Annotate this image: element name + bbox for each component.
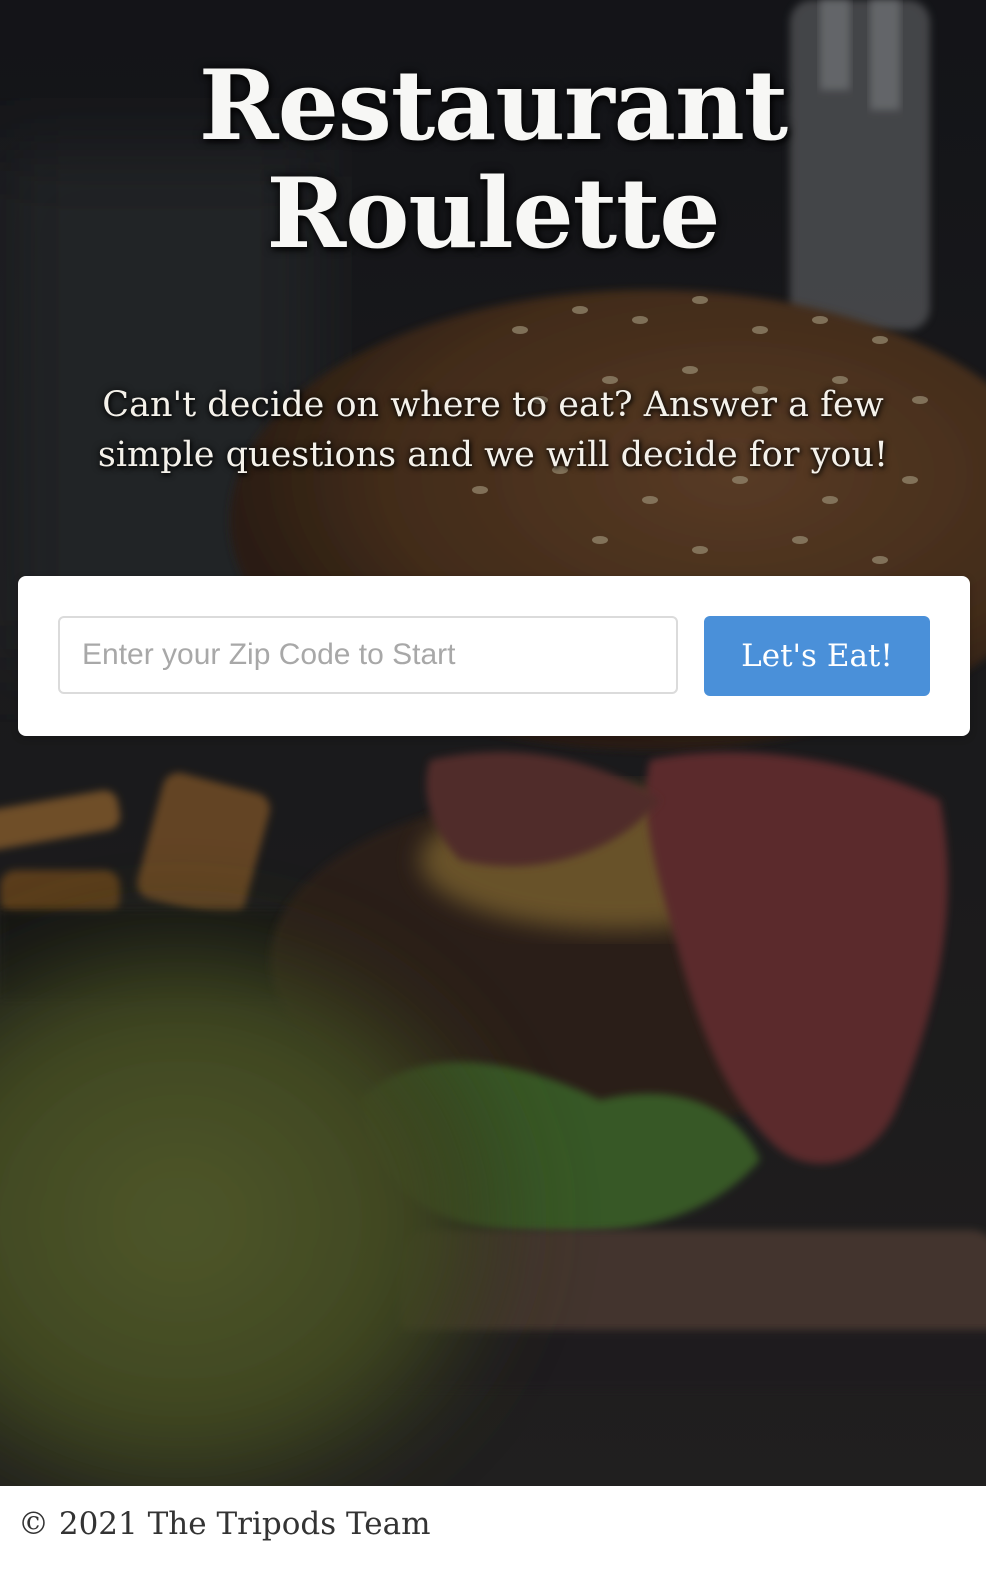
zip-search-card: Let's Eat! xyxy=(18,576,970,736)
page-title: Restaurant Roulette xyxy=(0,52,986,268)
title-line-1: Restaurant xyxy=(198,49,788,162)
hero-section: Restaurant Roulette Can't decide on wher… xyxy=(0,0,986,1486)
copyright-text: © 2021 The Tripods Team xyxy=(18,1506,431,1542)
tagline-line-2: simple questions and we will decide for … xyxy=(97,435,889,475)
title-line-2: Roulette xyxy=(266,157,721,270)
tagline-line-1: Can't decide on where to eat? Answer a f… xyxy=(102,385,884,425)
lets-eat-button[interactable]: Let's Eat! xyxy=(704,616,930,696)
tagline: Can't decide on where to eat? Answer a f… xyxy=(20,380,966,480)
page-footer: © 2021 The Tripods Team xyxy=(0,1486,986,1582)
zip-code-input[interactable] xyxy=(58,616,678,694)
